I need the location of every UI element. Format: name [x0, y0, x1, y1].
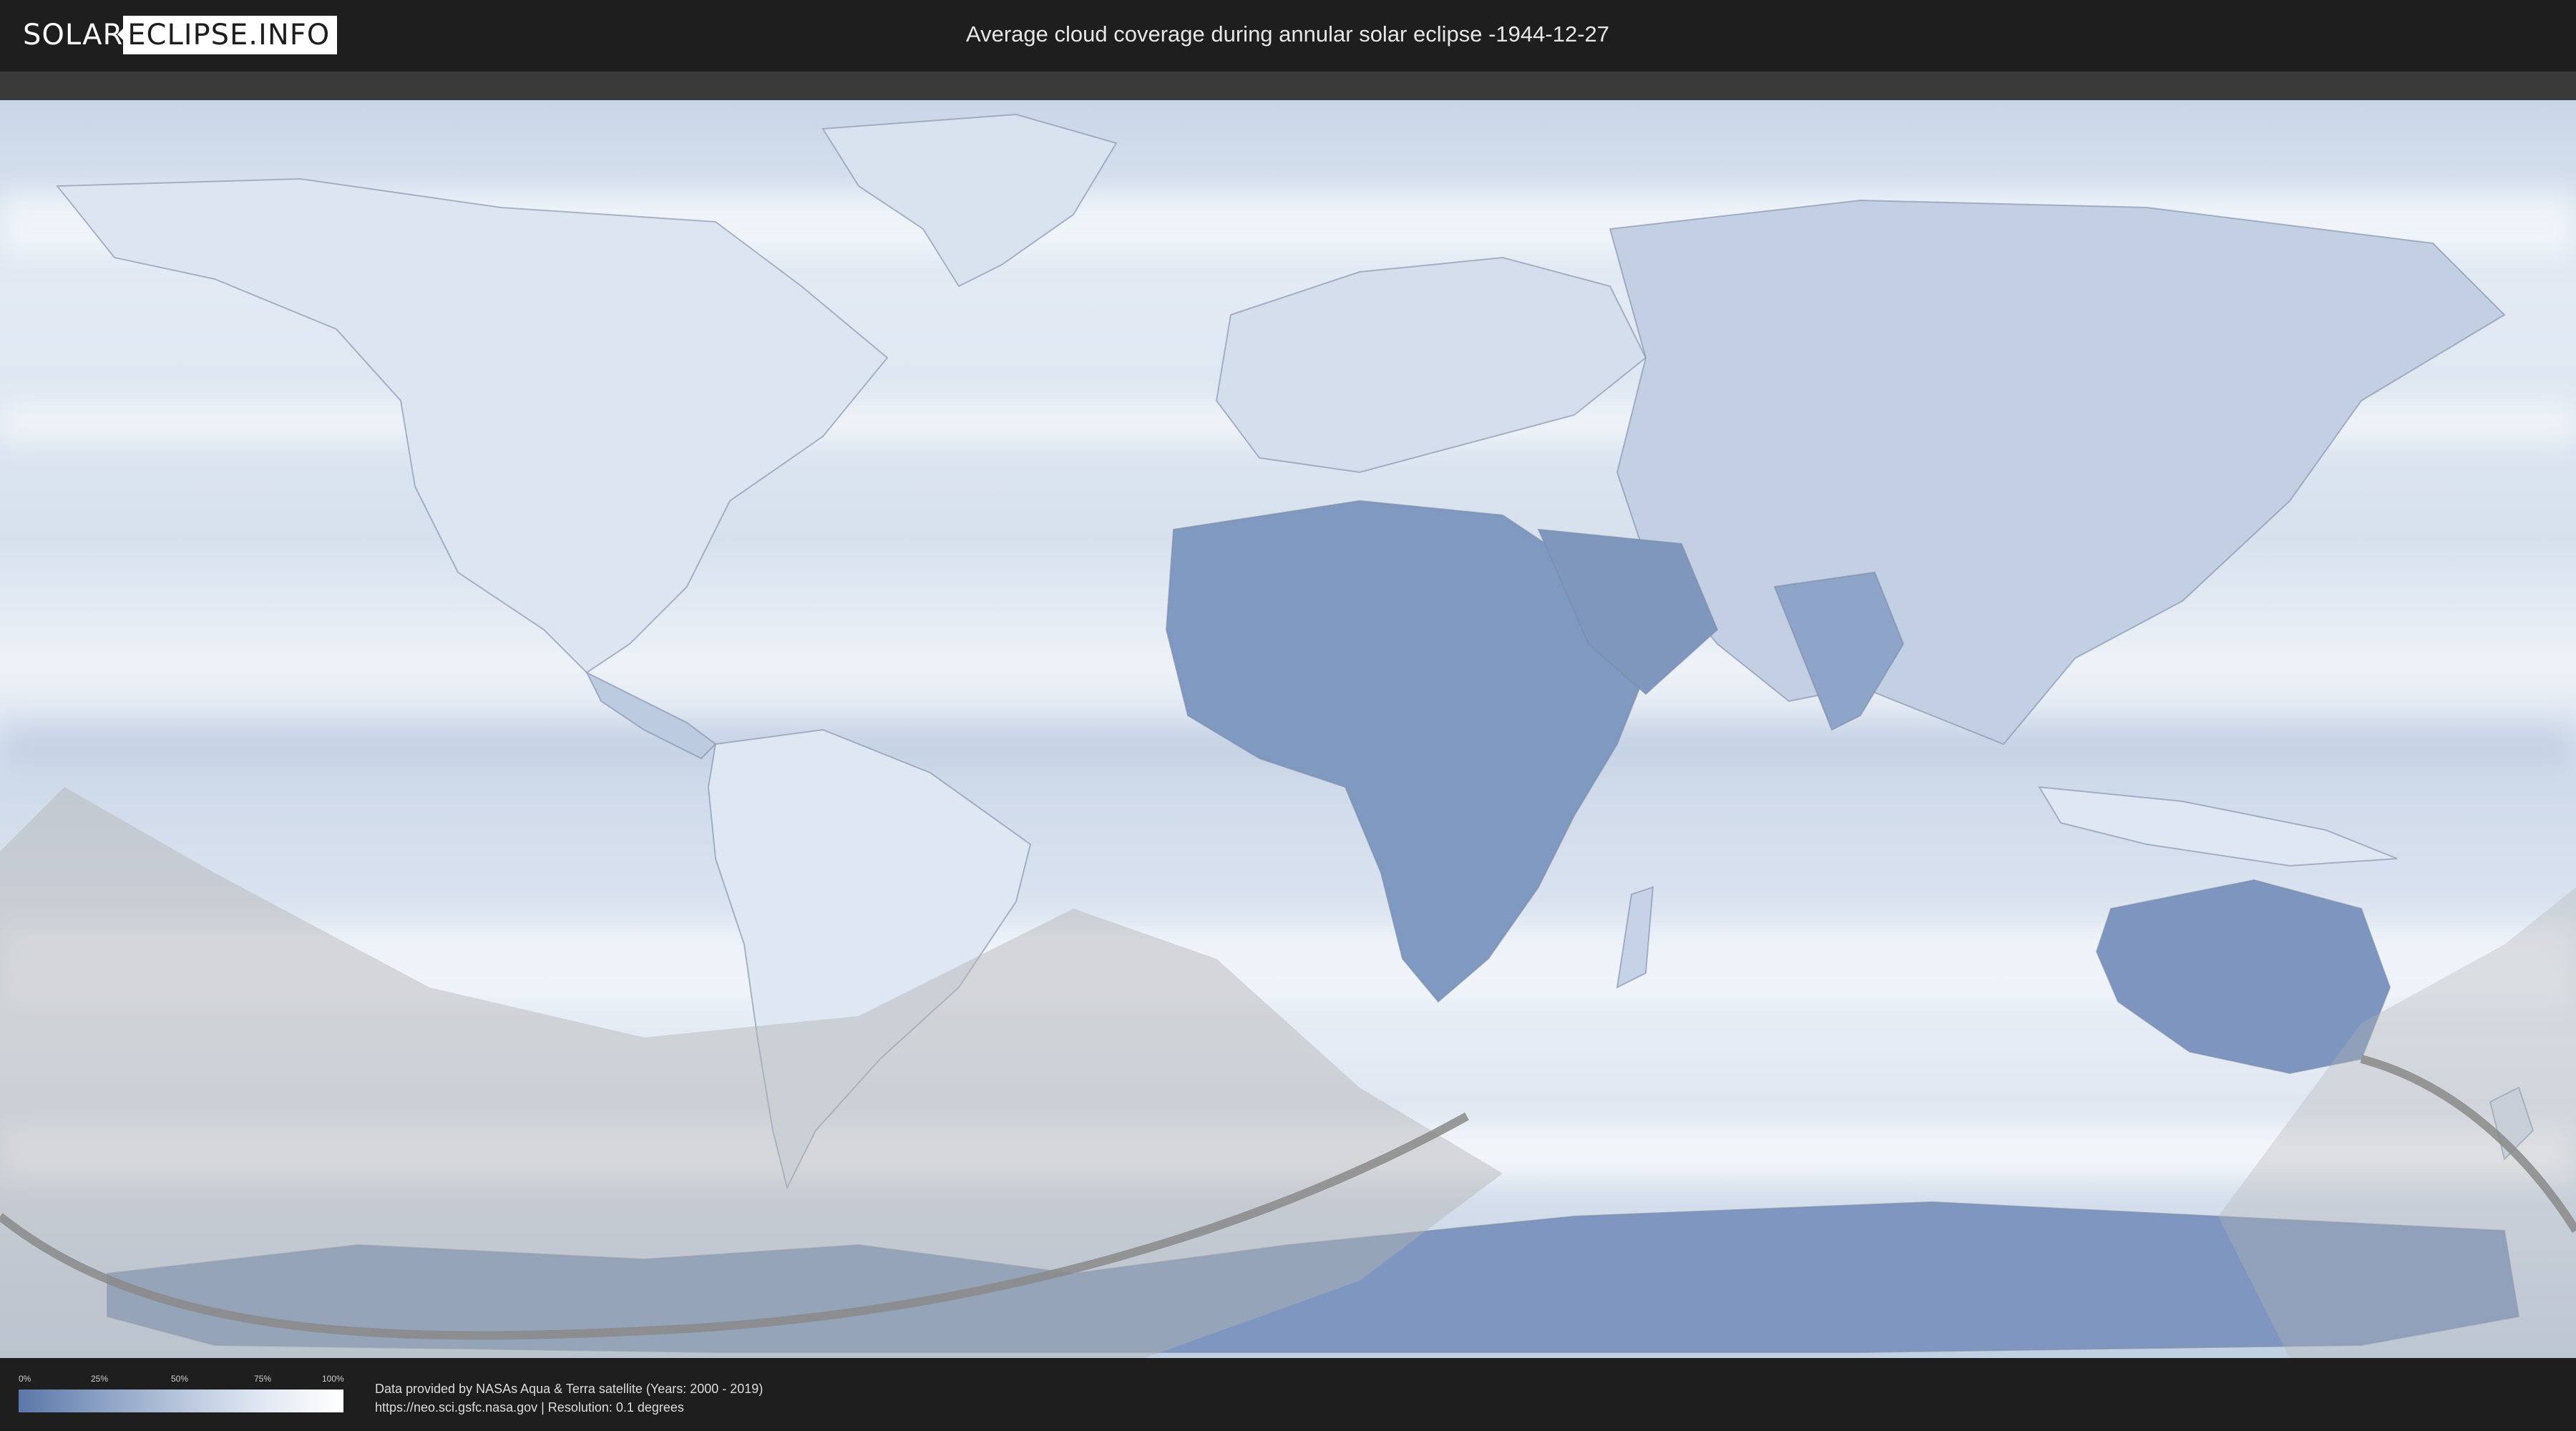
legend-ticks: 0% 25% 50% 75% 100% — [19, 1374, 344, 1390]
page: SOLAR ECLIPSE.INFO Average cloud coverag… — [0, 0, 2576, 1431]
cloud-coverage-map[interactable] — [0, 100, 2576, 1358]
legend-gradient-bar — [19, 1390, 343, 1412]
logo-notch-icon — [117, 26, 127, 43]
legend-tick-100: 100% — [322, 1374, 344, 1384]
legend-tick-0: 0% — [19, 1374, 31, 1384]
logo-solar-text: SOLAR — [23, 19, 124, 52]
cloud-coverage-legend: 0% 25% 50% 75% 100% — [19, 1374, 344, 1412]
footer: 0% 25% 50% 75% 100% Data provided by NAS… — [0, 1358, 2576, 1431]
logo-eclipse-text: ECLIPSE.INFO — [127, 19, 331, 52]
credit-line: Data provided by NASAs Aqua & Terra sate… — [375, 1382, 763, 1396]
data-credits: Data provided by NASAs Aqua & Terra sate… — [375, 1379, 763, 1417]
page-title: Average cloud coverage during annular so… — [966, 21, 1609, 47]
logo-eclipse-box: ECLIPSE.INFO — [117, 16, 338, 54]
site-logo[interactable]: SOLAR ECLIPSE.INFO — [23, 16, 338, 54]
legend-tick-50: 50% — [171, 1374, 189, 1384]
source-line[interactable]: https://neo.sci.gsfc.nasa.gov | Resoluti… — [375, 1398, 763, 1417]
legend-tick-75: 75% — [254, 1374, 272, 1384]
map-svg — [0, 100, 2576, 1358]
header-divider — [0, 72, 2576, 100]
header: SOLAR ECLIPSE.INFO Average cloud coverag… — [0, 0, 2576, 72]
legend-tick-25: 25% — [91, 1374, 109, 1384]
